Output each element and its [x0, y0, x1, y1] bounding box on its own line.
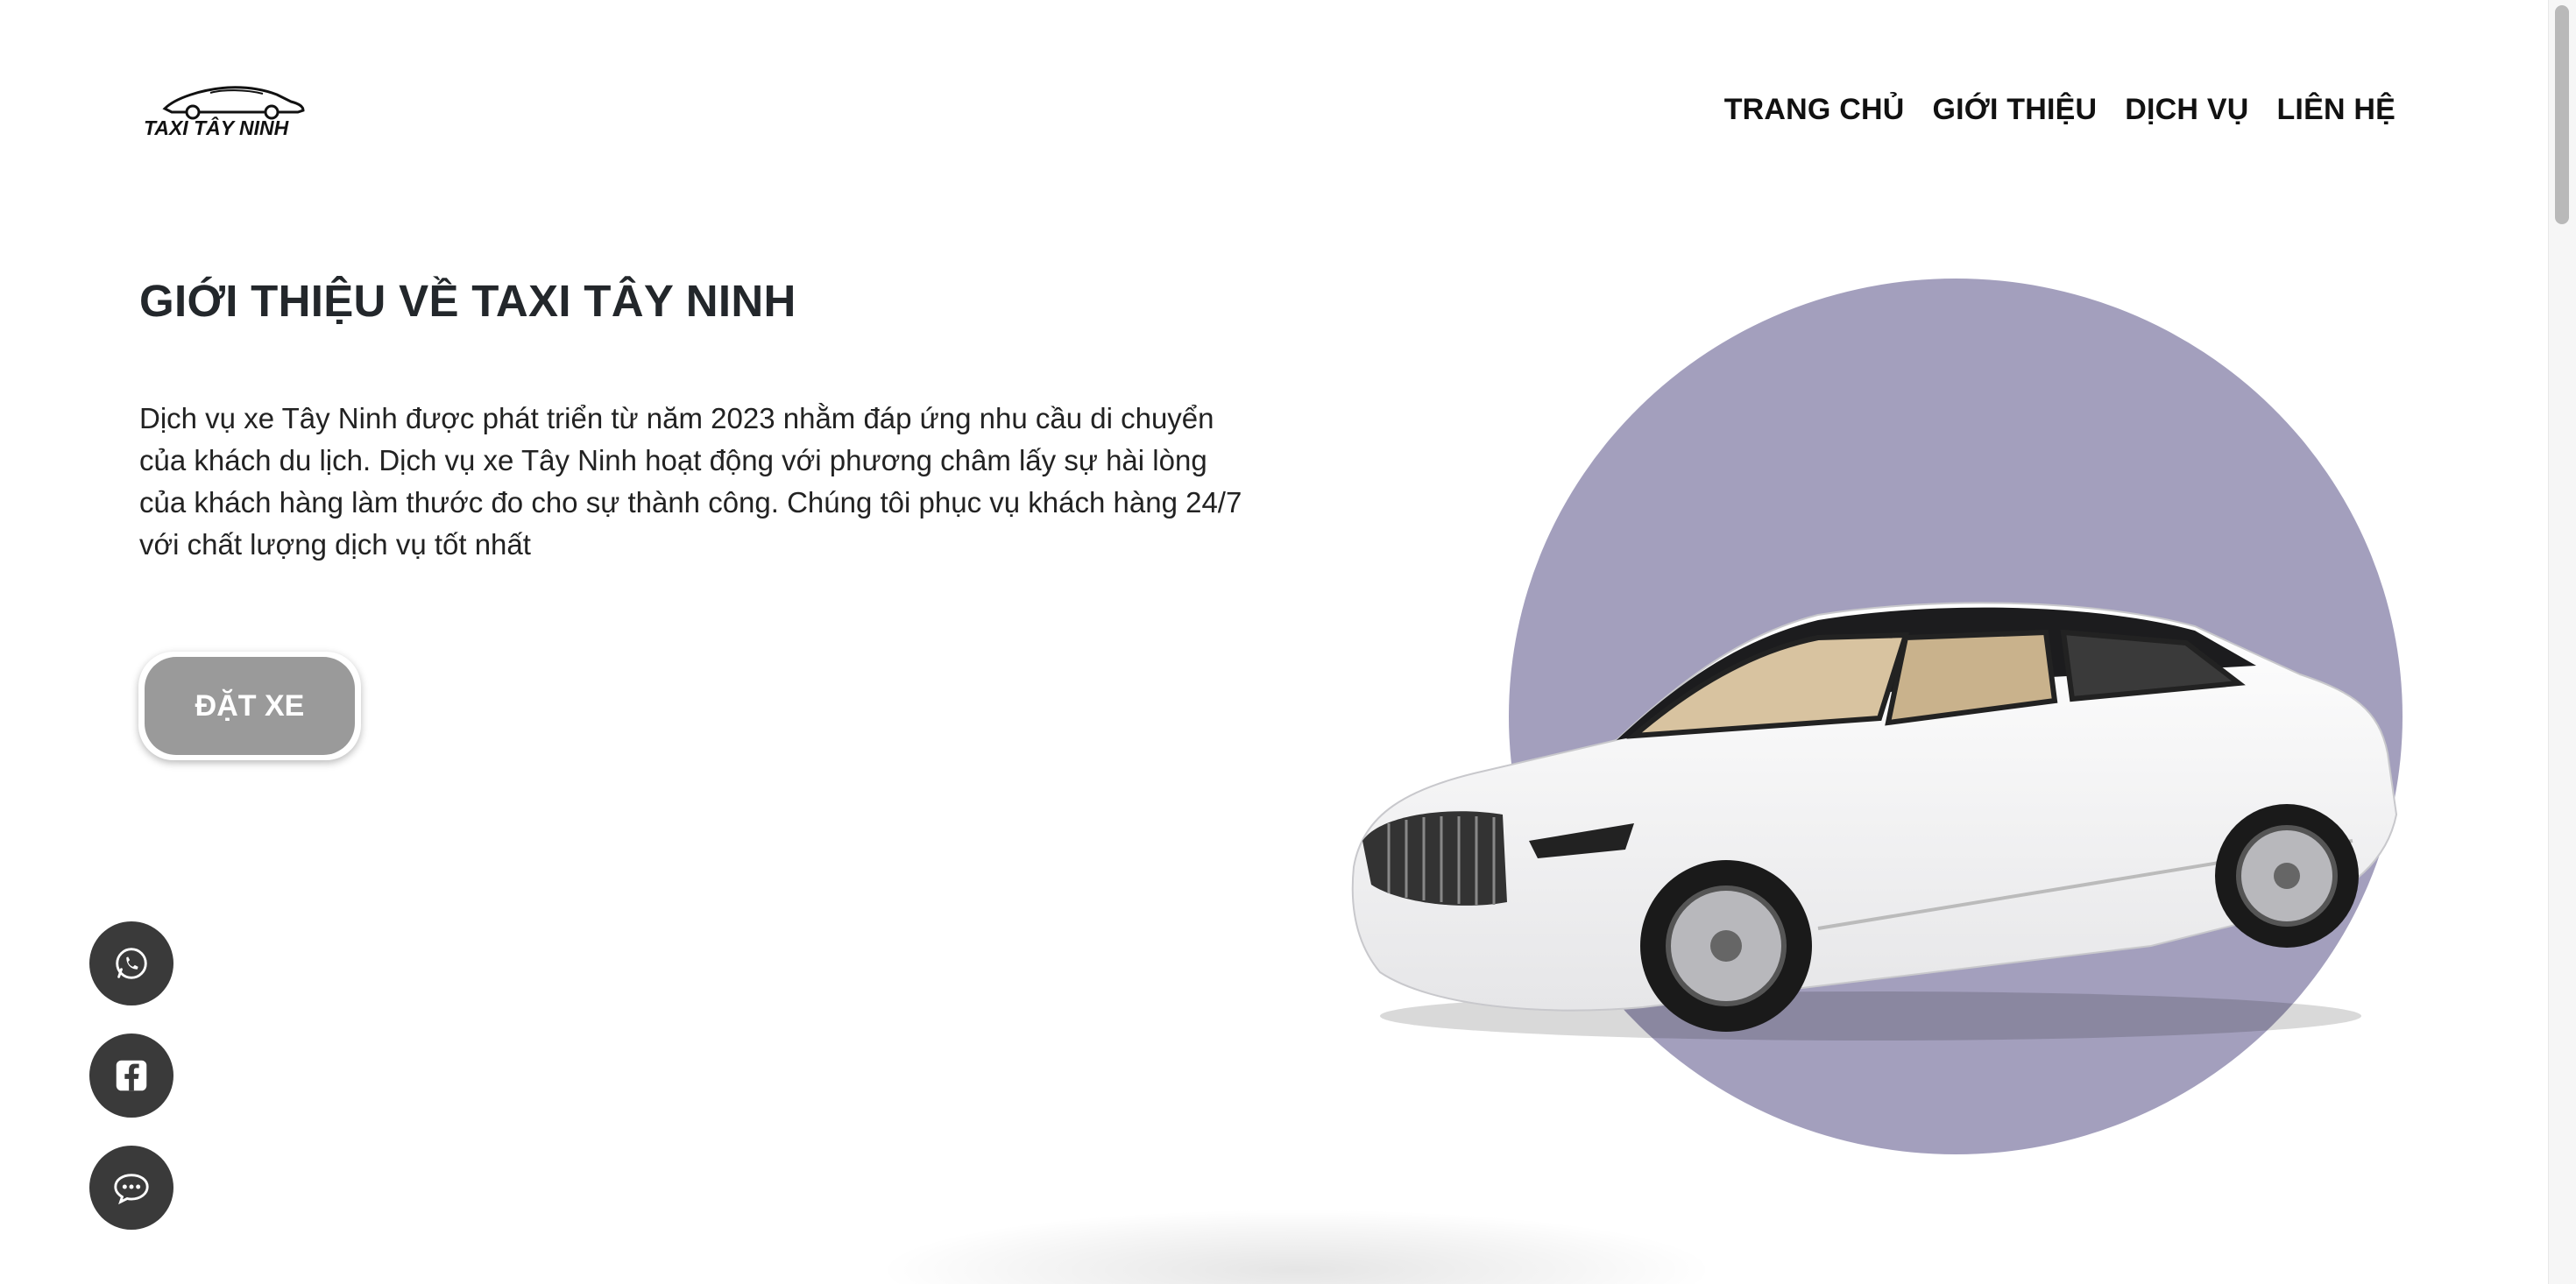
- sedan-icon: [1351, 602, 2398, 1041]
- nav-gioi-thieu[interactable]: GIỚI THIỆU: [1932, 93, 2097, 127]
- nav-dich-vu[interactable]: DỊCH VỤ: [2125, 93, 2248, 127]
- scrollbar-thumb[interactable]: [2555, 5, 2569, 224]
- site-logo[interactable]: TAXI TÂY NINH: [140, 77, 315, 142]
- main-nav: TRANG CHỦ GIỚI THIỆU DỊCH VỤ LIÊN HỆ: [1724, 93, 2396, 127]
- book-car-button[interactable]: ĐẶT XE: [145, 657, 355, 755]
- intro-description: Dịch vụ xe Tây Ninh được phát triển từ n…: [139, 402, 1242, 561]
- nav-lien-he[interactable]: LIÊN HỆ: [2276, 93, 2396, 127]
- hero-car-image: [1327, 552, 2414, 1060]
- nav-trang-chu[interactable]: TRANG CHỦ: [1724, 93, 1905, 127]
- whatsapp-button[interactable]: [89, 921, 173, 1005]
- facebook-icon: [116, 1060, 147, 1091]
- chat-icon: [114, 1174, 149, 1205]
- facebook-button[interactable]: [89, 1034, 173, 1118]
- svg-text:TAXI TÂY NINH: TAXI TÂY NINH: [144, 116, 289, 139]
- whatsapp-icon: [116, 948, 147, 979]
- section-shadow: [876, 1209, 1717, 1284]
- logo-car-icon: TAXI TÂY NINH: [144, 86, 305, 139]
- book-button-frame: ĐẶT XE: [138, 652, 361, 760]
- page-title: GIỚI THIỆU VỀ TAXI TÂY NINH: [139, 276, 796, 326]
- chat-button[interactable]: [89, 1146, 173, 1230]
